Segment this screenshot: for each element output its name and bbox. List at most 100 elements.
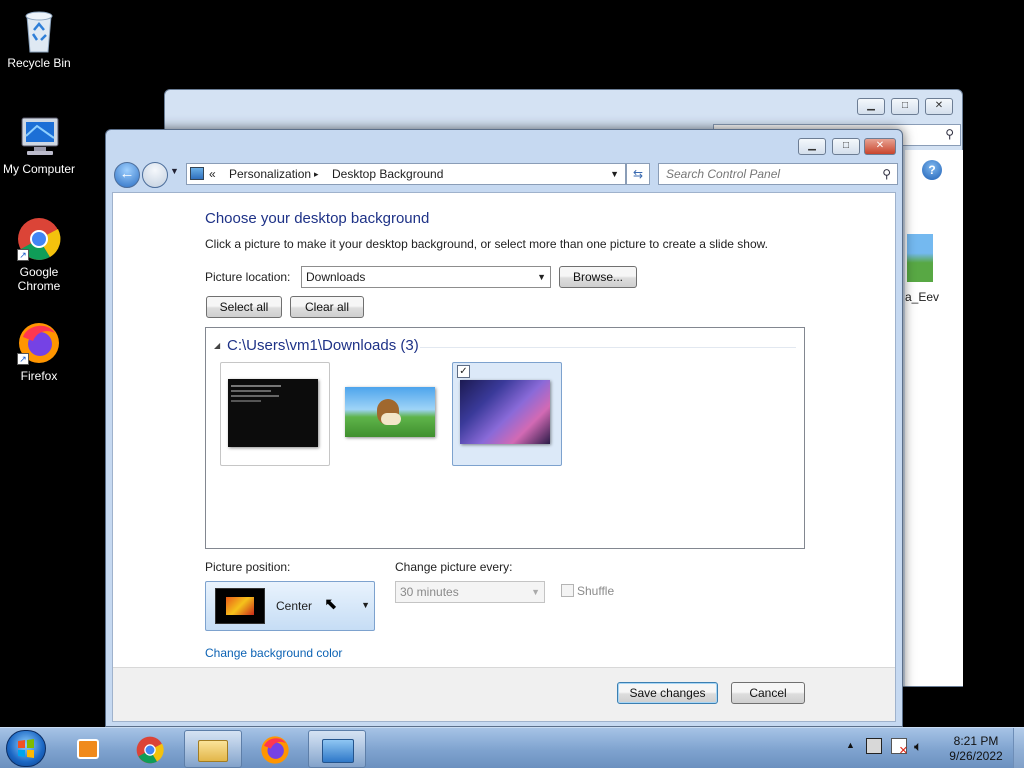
picture-location-dropdown[interactable]: Downloads ▼ <box>301 266 551 288</box>
system-clock[interactable]: 8:21 PM 9/26/2022 <box>944 734 1008 764</box>
desktop-icon-firefox[interactable]: ↗ Firefox <box>0 321 78 383</box>
taskbar-chrome[interactable] <box>122 730 180 768</box>
volume-icon[interactable]: 🔈︎ <box>914 738 922 768</box>
navigation-bar: ← ▼ « Personalization ▸ Desktop Backgrou… <box>112 160 898 190</box>
collapse-group-icon[interactable]: ◢ <box>214 341 220 350</box>
picture-position-value: Center <box>276 599 313 613</box>
breadcrumb-personalization[interactable]: Personalization <box>229 164 311 184</box>
media-player-icon <box>77 739 99 759</box>
background-window-content: a_Eev <box>905 150 963 686</box>
breadcrumb-desktop-background[interactable]: Desktop Background <box>332 164 443 184</box>
network-icon[interactable] <box>866 738 882 754</box>
refresh-icon: ⇆ <box>632 167 644 181</box>
change-picture-interval-dropdown[interactable]: 30 minutes ▼ <box>395 581 545 603</box>
file-thumbnail[interactable] <box>907 234 933 282</box>
computer-icon <box>17 114 61 158</box>
picture-position-dropdown[interactable]: Center ▼ ⬉ <box>205 581 375 631</box>
forward-button[interactable] <box>142 162 168 188</box>
footer-bar: Save changes Cancel <box>113 667 895 721</box>
shortcut-arrow-icon: ↗ <box>17 249 29 261</box>
alert-x-icon: ✕ <box>898 745 908 757</box>
clear-all-button[interactable]: Clear all <box>290 296 364 318</box>
change-background-color-link[interactable]: Change background color <box>205 646 342 660</box>
close-button[interactable]: ✕ <box>864 138 896 155</box>
windows-logo-icon <box>18 739 34 758</box>
taskbar-explorer[interactable] <box>184 730 242 768</box>
back-arrow-icon: ← <box>119 165 135 182</box>
select-all-button[interactable]: Select all <box>206 296 282 318</box>
thumbnail-anime-night[interactable]: ✓ <box>452 362 562 466</box>
cancel-button[interactable]: Cancel <box>731 682 805 704</box>
search-control-panel-input[interactable]: Search Control Panel ⚲ <box>658 163 898 185</box>
file-label: a_Eev <box>905 290 940 304</box>
desktop-icon-label: Recycle Bin <box>7 56 71 70</box>
search-placeholder: Search Control Panel <box>666 167 781 181</box>
instruction-text: Click a picture to make it your desktop … <box>205 237 768 251</box>
address-dropdown-icon[interactable]: ▼ <box>610 164 619 184</box>
thumbnail-eevee[interactable] <box>337 362 447 466</box>
control-panel-icon <box>190 167 204 180</box>
refresh-button[interactable]: ⇆ <box>626 163 650 185</box>
thumbnail-image <box>460 380 550 444</box>
minimize-button[interactable]: ▁ <box>857 98 885 115</box>
recent-pages-dropdown[interactable]: ▼ <box>170 166 179 176</box>
thumbnail-command-prompt[interactable] <box>220 362 330 466</box>
picture-location-label: Picture location: <box>205 270 291 284</box>
picture-position-label: Picture position: <box>205 560 291 574</box>
firefox-icon: ↗ <box>17 321 61 365</box>
clock-date: 9/26/2022 <box>949 749 1003 763</box>
save-changes-button[interactable]: Save changes <box>617 682 718 704</box>
taskbar-control-panel[interactable] <box>308 730 366 768</box>
shuffle-checkbox[interactable] <box>561 584 574 597</box>
thumbnail-image <box>345 387 435 437</box>
control-panel-icon <box>322 739 354 763</box>
maximize-button[interactable]: □ <box>891 98 919 115</box>
thumbnail-image <box>228 379 318 447</box>
picture-location-value: Downloads <box>306 270 366 284</box>
taskbar-media-player[interactable] <box>60 730 118 768</box>
show-desktop-button[interactable] <box>1013 728 1024 768</box>
chrome-icon: ↗ <box>17 217 61 261</box>
search-icon[interactable]: ⚲ <box>882 164 891 184</box>
folder-group-header[interactable]: C:\Users\vm1\Downloads (3) <box>227 337 419 354</box>
recycle-bin-icon <box>17 8 61 53</box>
clock-time: 8:21 PM <box>953 734 999 748</box>
minimize-button[interactable]: ▁ <box>798 138 826 155</box>
shortcut-arrow-icon: ↗ <box>17 353 29 365</box>
browse-button[interactable]: Browse... <box>559 266 637 288</box>
maximize-button[interactable]: □ <box>832 138 860 155</box>
desktop-icon-label: Google Chrome <box>17 265 61 293</box>
desktop-background-window[interactable]: ▁ □ ✕ ← ▼ « Personalization ▸ Desktop Ba… <box>105 129 942 727</box>
desktop-icon-google-chrome[interactable]: ↗ Google Chrome <box>0 217 78 293</box>
desktop-icon-my-computer[interactable]: My Computer <box>0 114 78 176</box>
dropdown-arrow-icon: ▼ <box>361 600 370 610</box>
page-title: Choose your desktop background <box>205 210 430 227</box>
main-content: Choose your desktop background Click a p… <box>112 192 896 722</box>
title-bar[interactable]: ▁ □ ✕ <box>106 130 902 160</box>
position-preview-icon <box>215 588 265 624</box>
group-divider <box>420 347 796 348</box>
change-picture-every-label: Change picture every: <box>395 560 513 574</box>
chrome-icon <box>136 736 164 764</box>
folder-icon <box>198 740 228 762</box>
desktop-icon-label: My Computer <box>2 162 76 176</box>
search-icon: ⚲ <box>945 127 954 141</box>
address-chevron[interactable]: « <box>209 164 216 184</box>
back-button[interactable]: ← <box>114 162 140 188</box>
taskbar: ▲ ✕ 🔈︎ 8:21 PM 9/26/2022 <box>0 727 1024 768</box>
mouse-cursor-icon: ⬉ <box>324 596 338 613</box>
show-hidden-icons-button[interactable]: ▲ <box>846 740 855 768</box>
help-icon[interactable]: ? <box>922 160 942 180</box>
close-button[interactable]: ✕ <box>925 98 953 115</box>
picture-gallery: ◢ C:\Users\vm1\Downloads (3) ✓ <box>205 327 805 549</box>
action-center-icon[interactable]: ✕ <box>891 738 908 757</box>
desktop-icon-label: Firefox <box>20 369 58 383</box>
dropdown-arrow-icon: ▼ <box>537 272 546 282</box>
breadcrumb-separator[interactable]: ▸ <box>314 164 319 184</box>
change-picture-interval-value: 30 minutes <box>400 585 459 599</box>
address-bar[interactable]: « Personalization ▸ Desktop Background ▼ <box>186 163 626 185</box>
desktop-icon-recycle-bin[interactable]: Recycle Bin <box>0 8 78 70</box>
thumbnail-checkbox[interactable]: ✓ <box>457 365 470 378</box>
start-button[interactable] <box>6 730 46 767</box>
taskbar-firefox[interactable] <box>246 730 304 768</box>
